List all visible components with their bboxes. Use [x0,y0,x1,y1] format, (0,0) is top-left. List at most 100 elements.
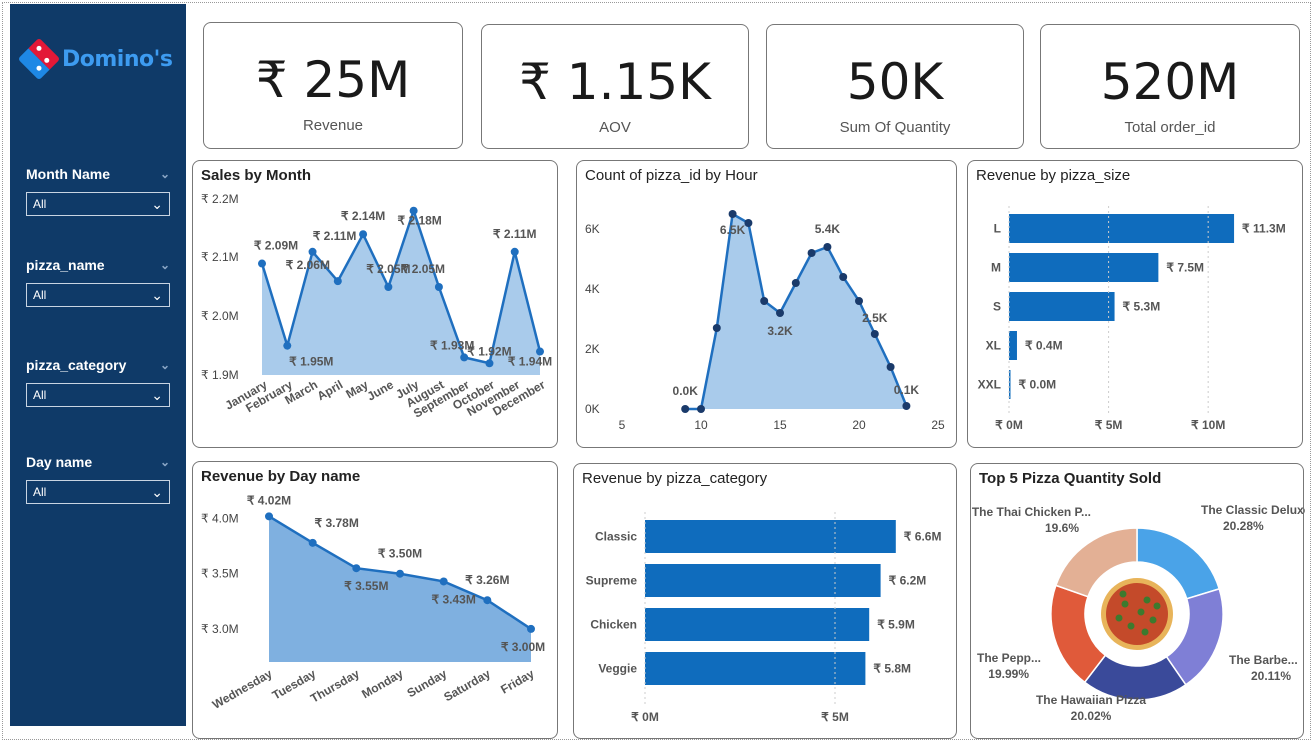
chevron-down-icon[interactable]: ⌄ [160,258,170,272]
x-tick-label: 25 [931,418,945,432]
slice-percent: 19.99% [988,667,1029,681]
data-point [744,219,753,227]
kpi-value: ₹ 25M [255,51,411,109]
kpi-card-3[interactable]: 520M Total order_id [1040,24,1300,149]
pizza-topping [1153,602,1161,610]
kpi-card-1[interactable]: ₹ 1.15K AOV [481,24,749,149]
data-point [434,283,443,291]
brand-name: Domino's [62,46,173,72]
bar [645,608,870,641]
slice-percent: 20.28% [1223,519,1264,533]
data-point [308,247,317,256]
kpi-value: 50K [846,53,944,111]
data-point [308,538,317,547]
slicer-dropdown[interactable]: All ⌄ [26,192,170,216]
data-label: ₹ 2.18M [397,214,441,228]
x-tick-label: Thursday [308,666,362,705]
revenue-by-day-card[interactable]: Revenue by Day name ₹ 4.0M ₹ 3.5M ₹ 3.0M ₹ … [192,461,558,739]
pizza-topping [1137,608,1145,616]
pizza-topping [1121,600,1129,608]
data-point [712,324,721,332]
chevron-down-icon[interactable]: ⌄ [160,358,170,372]
data-label: 0.1K [894,383,920,397]
category-label: XL [986,339,1001,353]
slicer-value: All [33,197,47,211]
x-tick-label: Wednesday [210,666,275,712]
y-tick-label: ₹ 1.9M [201,368,239,382]
data-point [333,277,342,286]
pizza-topping [1143,596,1151,604]
slice-label: The Hawaiian Pizza [1036,693,1146,707]
x-tick-label: 20 [852,418,866,432]
pizza-by-hour-chart[interactable]: 6K 4K 2K 0K 5 10 15 20 25 0.0K 6.5K 3.2K 5.4K 2.5K 0.1… [577,161,958,449]
slicer-value: All [33,288,47,302]
data-point [258,259,266,268]
pizza-by-hour-card[interactable]: Count of pizza_id by Hour 6K 4K 2K 0K 5 10 15 2… [576,160,957,448]
revenue-by-day-chart[interactable]: ₹ 4.0M ₹ 3.5M ₹ 3.0M ₹ 4.02M ₹ 3.78M ₹ 3.55M ₹… [193,462,559,740]
data-label: 0.0K [673,384,699,398]
slicer-2: pizza_category ⌄ All ⌄ [26,355,170,407]
bar [1009,370,1011,399]
sales-by-month-card[interactable]: Sales by Month ₹ 2.2M ₹ 2.1M ₹ 2.0M ₹ 1.9M ₹… [192,160,558,448]
data-point [485,359,494,368]
data-point [283,341,292,350]
kpi-label: Total order_id [1124,119,1216,136]
data-label: ₹ 3.26M [465,573,509,587]
chevron-down-icon: ⌄ [151,286,163,303]
chevron-down-icon[interactable]: ⌄ [160,455,170,469]
data-label: 2.5K [862,311,888,325]
kpi-card-0[interactable]: ₹ 25M Revenue [203,22,463,149]
data-label: ₹ 2.11M [493,227,537,241]
slice-percent: 20.02% [1071,709,1112,723]
data-label: ₹ 5.9M [877,618,915,632]
slicer-3: Day name ⌄ All ⌄ [26,452,170,504]
revenue-by-size-chart[interactable]: L ₹ 11.3M M ₹ 7.5M S ₹ 5.3M XL ₹ 0.4M XXL ₹ 0.0M ₹… [968,161,1304,449]
y-tick-label: 2K [585,342,600,356]
dominos-logo-icon [17,37,61,81]
data-label: ₹ 0.4M [1025,339,1063,353]
kpi-card-2[interactable]: 50K Sum Of Quantity [766,24,1024,149]
data-label: ₹ 3.43M [432,592,476,606]
data-point [791,279,800,287]
pizza-sauce [1106,583,1168,645]
data-label: ₹ 0.0M [1019,378,1057,392]
chevron-down-icon: ⌄ [151,483,163,500]
x-tick-label: ₹ 10M [1191,418,1225,432]
data-label: ₹ 2.05M [401,262,445,276]
data-label: ₹ 3.55M [344,579,388,593]
bar [1009,253,1159,282]
kpi-value: ₹ 1.15K [519,53,711,111]
area-fill [269,516,531,662]
data-point [352,564,361,573]
revenue-by-category-chart[interactable]: Classic ₹ 6.6M Supreme ₹ 6.2M Chicken ₹ 5.9M V… [574,464,958,740]
data-label: ₹ 6.2M [889,574,927,588]
data-point [510,247,519,256]
pizza-topping [1127,622,1135,630]
data-label: ₹ 3.78M [315,516,359,530]
x-tick-label: 10 [694,418,708,432]
data-label: ₹ 1.92M [467,344,511,358]
slicer-dropdown[interactable]: All ⌄ [26,283,170,307]
chevron-down-icon[interactable]: ⌄ [160,167,170,181]
revenue-by-category-card[interactable]: Revenue by pizza_category Classic ₹ 6.6M S… [573,463,957,739]
category-label: Supreme [586,574,638,588]
data-label: 5.4K [815,222,841,236]
data-label: ₹ 5.3M [1123,300,1161,314]
top5-pizza-card[interactable]: Top 5 Pizza Quantity Sold The Classic De… [970,463,1305,740]
slicer-value: All [33,388,47,402]
category-label: Classic [595,530,637,544]
y-tick-label: ₹ 3.0M [201,622,239,636]
revenue-by-size-card[interactable]: Revenue by pizza_size L ₹ 11.3M M ₹ 7.5M S ₹ … [967,160,1303,448]
data-point [760,297,769,305]
data-label: ₹ 4.02M [247,493,291,507]
x-tick-label: ₹ 5M [1095,418,1123,432]
kpi-label: Revenue [302,117,364,134]
sales-by-month-chart[interactable]: ₹ 2.2M ₹ 2.1M ₹ 2.0M ₹ 1.9M ₹ 2.09M ₹ 1.95M ₹ … [193,161,559,449]
slicer-dropdown[interactable]: All ⌄ [26,383,170,407]
top5-pizza-chart[interactable]: The Classic Deluxe... 20.28% The Barbe... 2… [971,464,1305,740]
x-tick-label: April [315,377,346,403]
data-label: ₹ 2.06M [286,258,330,272]
slicer-dropdown[interactable]: All ⌄ [26,480,170,504]
bar [645,520,896,553]
category-label: Chicken [590,618,637,632]
